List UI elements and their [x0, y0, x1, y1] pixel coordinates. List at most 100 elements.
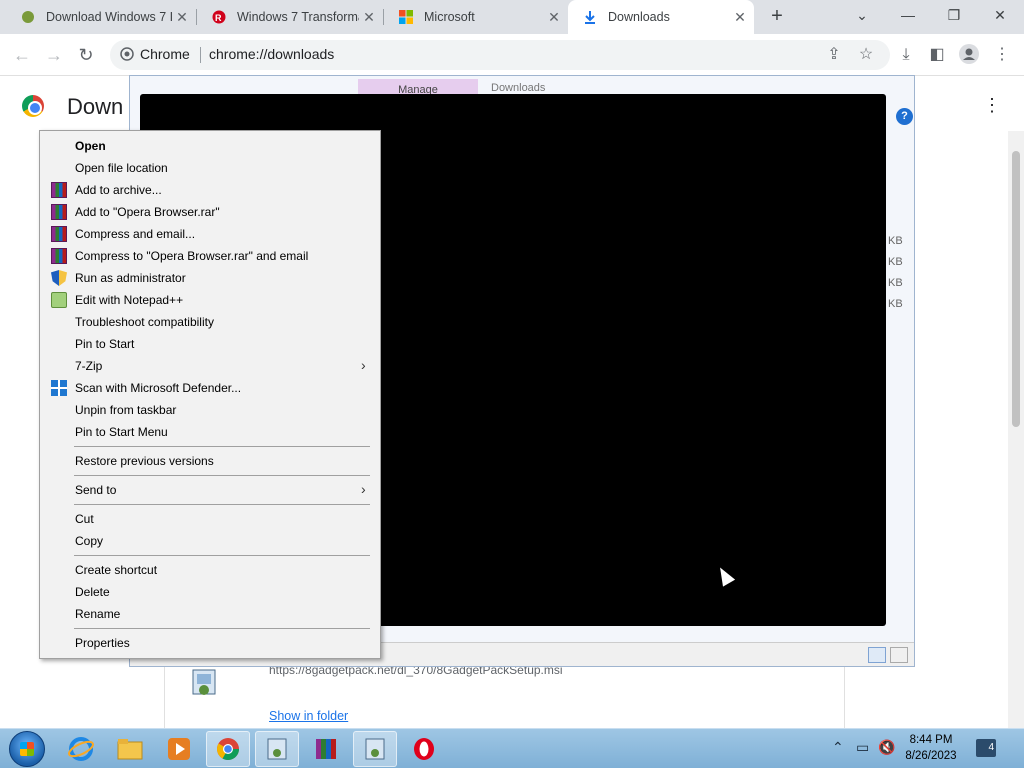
menu-separator [74, 555, 370, 556]
profile-avatar-icon[interactable] [958, 44, 980, 66]
details-view-icon[interactable] [868, 647, 886, 663]
menu-item-label: Properties [75, 636, 130, 650]
menu-item-pin-to-start-menu[interactable]: Pin to Start Menu [42, 421, 378, 443]
menu-item-scan-with-defender[interactable]: Scan with Microsoft Defender... [42, 377, 378, 399]
menu-item-properties[interactable]: Properties [42, 632, 378, 654]
back-arrow-icon[interactable]: ← [10, 44, 34, 68]
menu-item-open-file-location[interactable]: Open file location [42, 157, 378, 179]
menu-item-open[interactable]: Open [42, 135, 378, 157]
taskbar-installer-icon[interactable] [255, 731, 299, 767]
menu-item-pin-to-start[interactable]: Pin to Start [42, 333, 378, 355]
download-arrow-icon [582, 9, 598, 25]
reload-icon[interactable]: ↻ [74, 44, 98, 68]
taskbar-winrar-icon[interactable] [304, 731, 348, 767]
menu-item-label: Add to "Opera Browser.rar" [75, 205, 220, 219]
menu-item-add-to-rar[interactable]: Add to "Opera Browser.rar" [42, 201, 378, 223]
taskbar-clock[interactable]: 8:44 PM 8/26/2023 [896, 732, 966, 764]
menu-item-label: Add to archive... [75, 183, 162, 197]
winrar-icon [51, 248, 67, 264]
restore-button[interactable]: ❐ [934, 4, 974, 28]
tab-strip: Download Windows 7 I ✕ R Windows 7 Trans… [0, 0, 1024, 34]
taskbar-internet-explorer-icon[interactable] [59, 731, 103, 767]
menu-item-add-to-archive[interactable]: Add to archive... [42, 179, 378, 201]
help-icon[interactable]: ? [896, 108, 913, 125]
menu-item-copy[interactable]: Copy [42, 530, 378, 552]
taskbar-opera-icon[interactable] [402, 731, 446, 767]
bookmark-star-icon[interactable]: ☆ [855, 44, 877, 66]
taskbar: ⌃ ▭ 🔇 8:44 PM 8/26/2023 4 [0, 728, 1024, 768]
browser-toolbar: ← → ↻ Chrome chrome://downloads ⇪ ☆ ⤓ ◧ … [0, 34, 1024, 76]
file-size: KB [888, 256, 903, 268]
clock-date: 8/26/2023 [905, 750, 957, 762]
address-bar[interactable]: Chrome chrome://downloads [110, 40, 890, 70]
downloads-icon[interactable]: ⤓ [895, 44, 917, 66]
explorer-window-title: Downloads [491, 82, 546, 94]
menu-item-7zip[interactable]: 7-Zip › [42, 355, 378, 377]
menu-item-rename[interactable]: Rename [42, 603, 378, 625]
tab-title: Download Windows 7 I [46, 10, 174, 24]
menu-item-restore-previous-versions[interactable]: Restore previous versions [42, 450, 378, 472]
menu-item-troubleshoot-compatibility[interactable]: Troubleshoot compatibility [42, 311, 378, 333]
tab-title: Windows 7 Transforma [237, 10, 359, 24]
menu-item-compress-and-email[interactable]: Compress and email... [42, 223, 378, 245]
menu-separator [74, 628, 370, 629]
tab-close-icon[interactable]: ✕ [732, 9, 748, 25]
side-panel-icon[interactable]: ◧ [926, 44, 948, 66]
tab-close-icon[interactable]: ✕ [361, 9, 377, 25]
menu-item-compress-to-rar-and-email[interactable]: Compress to "Opera Browser.rar" and emai… [42, 245, 378, 267]
page-scrollbar[interactable] [1008, 131, 1024, 728]
forward-arrow-icon[interactable]: → [42, 44, 66, 68]
winrar-icon [51, 182, 67, 198]
defender-icon [51, 380, 67, 396]
chrome-logo-icon [22, 95, 44, 117]
menu-item-run-as-administrator[interactable]: Run as administrator [42, 267, 378, 289]
minimize-button[interactable]: — [888, 4, 928, 28]
tab-title: Downloads [608, 10, 670, 24]
url-text[interactable]: chrome://downloads [209, 46, 334, 62]
taskbar-installer-2-icon[interactable] [353, 731, 397, 767]
winrar-icon [51, 226, 67, 242]
menu-item-send-to[interactable]: Send to › [42, 479, 378, 501]
winrar-icon [51, 204, 67, 220]
file-size: KB [888, 298, 903, 310]
taskbar-chrome-icon[interactable] [206, 731, 250, 767]
page-title: Down [67, 94, 124, 119]
chrome-menu-icon[interactable]: ⋮ [991, 44, 1013, 66]
menu-item-label: Pin to Start Menu [75, 425, 168, 439]
network-icon[interactable]: ▭ [856, 739, 869, 756]
tab-close-icon[interactable]: ✕ [174, 9, 190, 25]
menu-item-label: Troubleshoot compatibility [75, 315, 214, 329]
menu-item-label: Open [75, 139, 106, 153]
transformation-favicon-icon: R [211, 9, 227, 25]
show-hidden-icons-icon[interactable]: ⌃ [832, 739, 844, 756]
close-window-button[interactable]: ✕ [980, 4, 1020, 28]
show-in-folder-link[interactable]: Show in folder [269, 709, 348, 723]
menu-item-cut[interactable]: Cut [42, 508, 378, 530]
tab-downloads[interactable]: Downloads ✕ [568, 0, 754, 34]
tab-windows-7-transformation[interactable]: R Windows 7 Transforma ✕ [197, 0, 383, 34]
address-divider [200, 47, 201, 63]
menu-item-create-shortcut[interactable]: Create shortcut [42, 559, 378, 581]
action-center-icon[interactable]: 4 [976, 739, 996, 757]
start-button[interactable] [9, 731, 45, 767]
menu-item-unpin-from-taskbar[interactable]: Unpin from taskbar [42, 399, 378, 421]
volume-muted-icon[interactable]: 🔇 [878, 739, 895, 756]
menu-item-label: 7-Zip [75, 359, 103, 373]
taskbar-file-explorer-icon[interactable] [108, 731, 152, 767]
taskbar-media-player-icon[interactable] [157, 731, 201, 767]
tab-microsoft[interactable]: Microsoft ✕ [384, 0, 568, 34]
site-label: Chrome [140, 46, 190, 62]
more-options-icon[interactable]: ⋮ [983, 95, 1001, 116]
new-tab-button[interactable]: + [766, 6, 788, 28]
menu-item-edit-with-notepadpp[interactable]: Edit with Notepad++ [42, 289, 378, 311]
share-icon[interactable]: ⇪ [823, 44, 845, 66]
tab-search-icon[interactable]: ⌄ [842, 4, 882, 28]
tab-download-windows-7[interactable]: Download Windows 7 I ✕ [6, 0, 196, 34]
large-icons-view-icon[interactable] [890, 647, 908, 663]
menu-item-label: Scan with Microsoft Defender... [75, 381, 242, 395]
tab-close-icon[interactable]: ✕ [546, 9, 562, 25]
scroll-thumb[interactable] [1012, 151, 1020, 427]
menu-item-delete[interactable]: Delete [42, 581, 378, 603]
menu-item-label: Cut [75, 512, 94, 526]
menu-item-label: Create shortcut [75, 563, 158, 577]
